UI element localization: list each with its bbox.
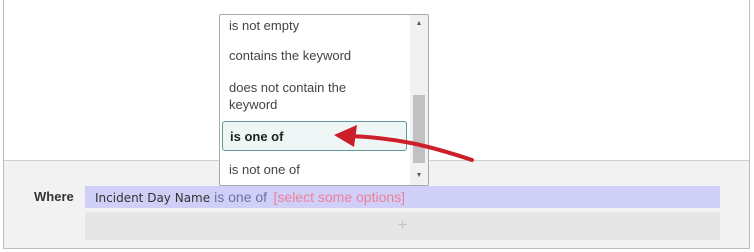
condition-row[interactable]: Incident Day Name is one of [select some … <box>85 186 720 208</box>
option-does-not-contain-keyword[interactable]: does not contain the keyword <box>222 79 392 113</box>
dropdown-scrollbar[interactable]: ▲ ▼ <box>410 15 428 185</box>
option-is-not-one-of[interactable]: is not one of <box>222 161 407 178</box>
option-is-not-empty[interactable]: is not empty <box>222 17 407 34</box>
option-is-one-of[interactable]: is one of <box>222 121 407 151</box>
scroll-up-arrow-icon[interactable]: ▲ <box>410 17 428 31</box>
condition-field[interactable]: Incident Day Name <box>95 191 210 205</box>
plus-icon: + <box>397 217 408 234</box>
option-contains-keyword[interactable]: contains the keyword <box>222 47 407 64</box>
select-options-link[interactable]: [select some options] <box>274 189 406 205</box>
operator-dropdown[interactable]: is not empty contains the keyword does n… <box>219 14 429 186</box>
scroll-down-arrow-icon[interactable]: ▼ <box>410 169 428 183</box>
where-label: Where <box>34 189 74 204</box>
add-condition-button[interactable]: + <box>85 212 720 240</box>
scroll-thumb[interactable] <box>413 95 425 163</box>
condition-operator[interactable]: is one of <box>214 189 267 205</box>
